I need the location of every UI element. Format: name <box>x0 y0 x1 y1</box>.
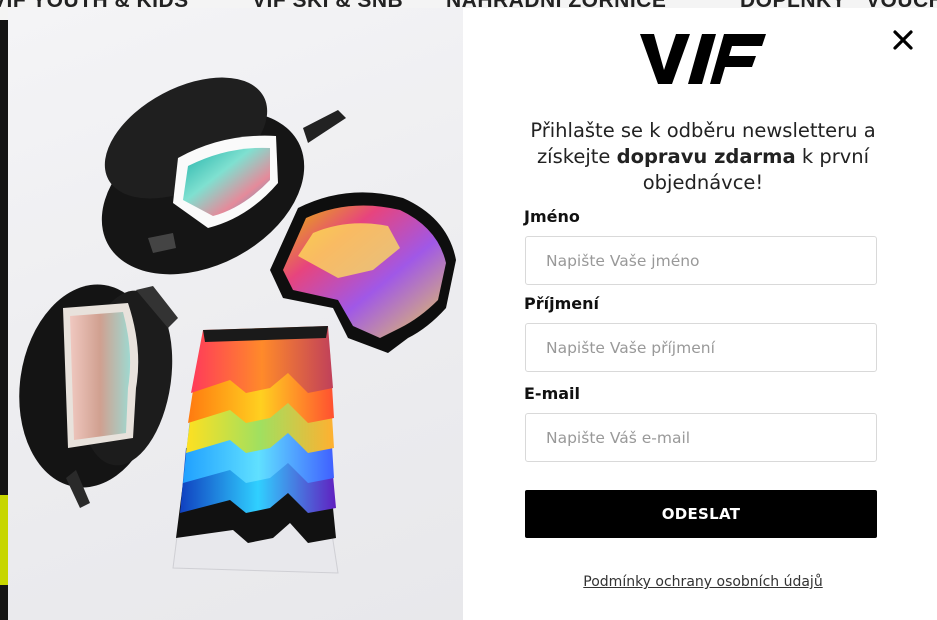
glasses-case-left <box>19 284 178 508</box>
lens-stack-center <box>172 326 339 574</box>
newsletter-form-pane: Přihlašte se k odběru newsletteru a získ… <box>463 8 937 620</box>
first-name-input[interactable] <box>525 236 877 285</box>
newsletter-modal: Přihlašte se k odběru newsletteru a získ… <box>8 8 937 620</box>
last-name-label: Příjmení <box>524 294 599 313</box>
last-name-input[interactable] <box>525 323 877 372</box>
product-photo <box>8 8 463 620</box>
headline-highlight: dopravu zdarma <box>616 145 796 168</box>
email-label: E-mail <box>524 384 581 403</box>
privacy-policy-link[interactable]: Podmínky ochrany osobních údajů <box>503 574 903 590</box>
background-accent-strip <box>0 495 8 585</box>
newsletter-headline: Přihlašte se k odběru newsletteru a získ… <box>503 118 903 196</box>
submit-button[interactable]: ODESLAT <box>525 490 877 538</box>
vif-logo <box>640 34 766 84</box>
email-input[interactable] <box>525 413 877 462</box>
close-icon[interactable] <box>889 26 917 54</box>
sunglasses-illustration <box>19 77 456 574</box>
first-name-label: Jméno <box>524 207 580 226</box>
